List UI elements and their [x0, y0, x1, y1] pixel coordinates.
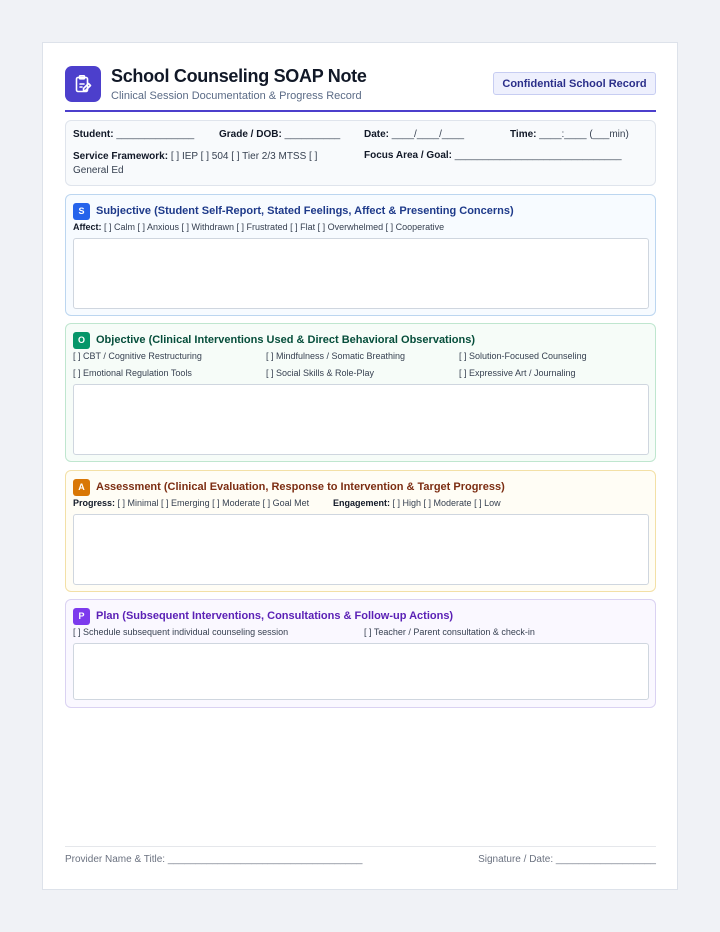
- focus-goal-field[interactable]: Focus Area / Goal: _____________________…: [364, 150, 622, 161]
- progress-checklist[interactable]: Progress: [ ] Minimal [ ] Emerging [ ] M…: [73, 498, 309, 508]
- engagement-checklist[interactable]: Engagement: [ ] High [ ] Moderate [ ] Lo…: [333, 498, 501, 508]
- subjective-notes-box[interactable]: [73, 238, 649, 309]
- date-field[interactable]: Date: ____/____/____: [364, 129, 464, 140]
- objective-title: Objective (Clinical Interventions Used &…: [96, 334, 476, 346]
- intervention-checkbox[interactable]: [ ] CBT / Cognitive Restructuring: [73, 351, 202, 361]
- subjective-section: S Subjective (Student Self-Report, State…: [65, 194, 656, 316]
- plan-letter-badge: P: [73, 607, 90, 625]
- plan-checkbox[interactable]: [ ] Teacher / Parent consultation & chec…: [364, 627, 535, 637]
- plan-title: Plan (Subsequent Interventions, Consulta…: [96, 610, 454, 622]
- confidential-badge: Confidential School Record: [493, 72, 656, 95]
- intervention-checkbox[interactable]: [ ] Solution-Focused Counseling: [459, 351, 587, 361]
- intervention-checkbox[interactable]: [ ] Mindfulness / Somatic Breathing: [266, 351, 405, 361]
- footer-divider: [65, 846, 656, 847]
- signature-field[interactable]: Signature / Date: __________________: [478, 854, 656, 865]
- page-title: School Counseling SOAP Note: [111, 66, 367, 86]
- intervention-checkbox[interactable]: [ ] Expressive Art / Journaling: [459, 368, 576, 378]
- session-info-panel: Student: ______________ Grade / DOB: ___…: [65, 120, 656, 186]
- provider-field[interactable]: Provider Name & Title: _________________…: [65, 854, 362, 865]
- plan-checkbox[interactable]: [ ] Schedule subsequent individual couns…: [73, 627, 288, 637]
- objective-notes-box[interactable]: [73, 384, 649, 455]
- intervention-checkbox[interactable]: [ ] Emotional Regulation Tools: [73, 368, 192, 378]
- header-divider: [65, 110, 656, 112]
- plan-section: P Plan (Subsequent Interventions, Consul…: [65, 599, 656, 708]
- service-framework-field[interactable]: Service Framework: [ ] IEP [ ] 504 [ ] T…: [73, 150, 338, 178]
- subjective-letter-badge: S: [73, 202, 90, 220]
- objective-header: O Objective (Clinical Interventions Used…: [73, 331, 475, 349]
- student-field[interactable]: Student: ______________: [73, 129, 194, 140]
- subjective-header: S Subjective (Student Self-Report, State…: [73, 202, 514, 220]
- subjective-title: Subjective (Student Self-Report, Stated …: [96, 205, 514, 217]
- assessment-title: Assessment (Clinical Evaluation, Respons…: [96, 481, 505, 493]
- soap-note-page: School Counseling SOAP Note Clinical Ses…: [42, 42, 678, 890]
- assessment-header: A Assessment (Clinical Evaluation, Respo…: [73, 478, 505, 496]
- clipboard-edit-icon: [65, 66, 101, 102]
- plan-notes-box[interactable]: [73, 643, 649, 700]
- affect-checklist[interactable]: Affect: [ ] Calm [ ] Anxious [ ] Withdra…: [73, 222, 444, 232]
- objective-section: O Objective (Clinical Interventions Used…: [65, 323, 656, 462]
- plan-header: P Plan (Subsequent Interventions, Consul…: [73, 607, 453, 625]
- page-subtitle: Clinical Session Documentation & Progres…: [111, 90, 362, 102]
- time-field[interactable]: Time: ____:____ (___min): [510, 129, 629, 140]
- objective-letter-badge: O: [73, 331, 90, 349]
- intervention-checkbox[interactable]: [ ] Social Skills & Role-Play: [266, 368, 374, 378]
- header: School Counseling SOAP Note Clinical Ses…: [65, 66, 656, 112]
- assessment-notes-box[interactable]: [73, 514, 649, 585]
- assessment-section: A Assessment (Clinical Evaluation, Respo…: [65, 470, 656, 592]
- grade-dob-field[interactable]: Grade / DOB: __________: [219, 129, 340, 140]
- assessment-letter-badge: A: [73, 478, 90, 496]
